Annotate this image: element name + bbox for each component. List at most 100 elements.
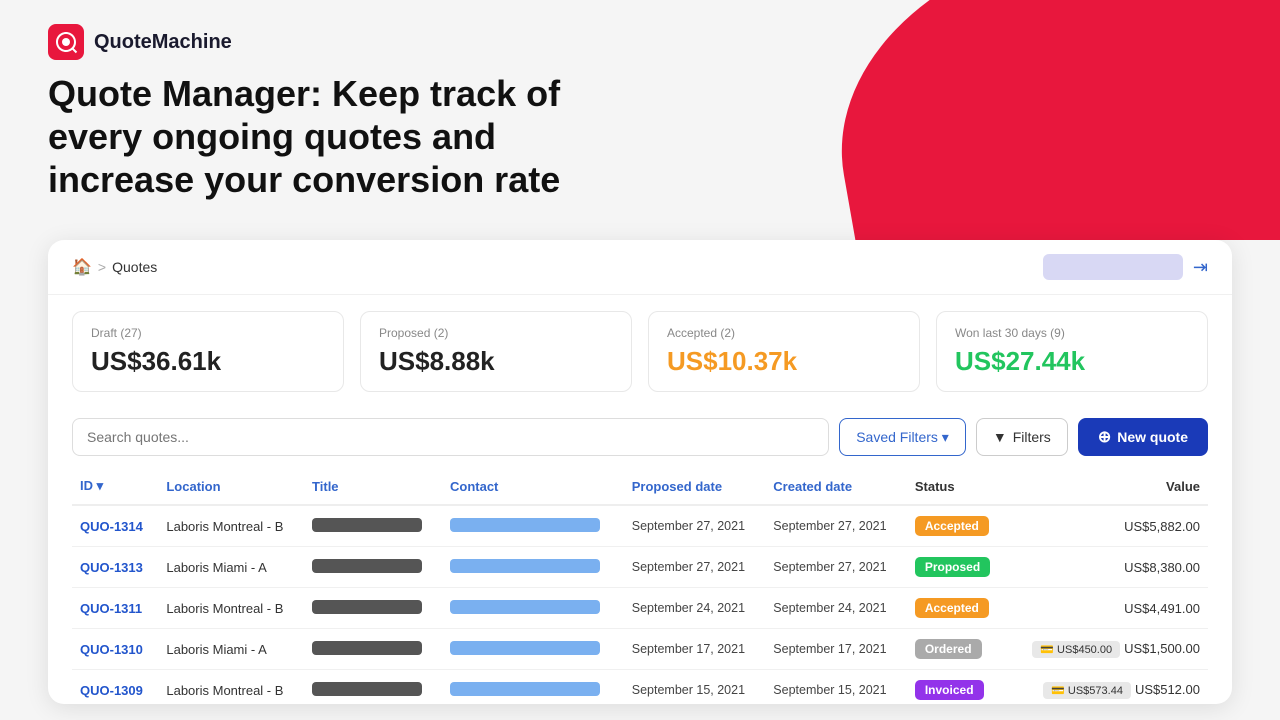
table-wrapper: ID ▾ Location Title Contact Proposed dat… [48,468,1232,704]
filters-label: Filters [1013,429,1051,445]
header-right: ⇥ [1043,254,1208,280]
row-location: Laboris Montreal - B [158,670,304,705]
sub-badge: 💳 US$573.44 [1043,682,1131,699]
card-header: 🏠 > Quotes ⇥ [48,240,1232,295]
row-value: US$8,380.00 [1124,560,1200,575]
stat-label-proposed: Proposed (2) [379,326,613,340]
row-created-date: September 27, 2021 [765,505,907,547]
status-badge: Ordered [915,639,982,659]
saved-filters-label: Saved Filters ▾ [856,429,949,446]
col-header-id[interactable]: ID ▾ [72,468,158,505]
stat-label-draft: Draft (27) [91,326,325,340]
row-contact [442,629,624,670]
col-header-location[interactable]: Location [158,468,304,505]
breadcrumb: 🏠 > Quotes [72,257,157,277]
row-value-cell: US$5,882.00 [1007,505,1208,547]
home-icon[interactable]: 🏠 [72,257,92,277]
row-contact [442,505,624,547]
row-contact [442,670,624,705]
new-quote-label: New quote [1117,429,1188,445]
row-created-date: September 27, 2021 [765,547,907,588]
stat-label-won: Won last 30 days (9) [955,326,1189,340]
row-value: US$5,882.00 [1124,519,1200,534]
new-quote-button[interactable]: ⊕ New quote [1078,418,1208,456]
row-value-cell: 💳 US$450.00 US$1,500.00 [1007,629,1208,670]
breadcrumb-current: Quotes [112,259,157,275]
table-row: QUO-1310 Laboris Miami - A September 17,… [72,629,1208,670]
row-title [304,629,442,670]
toolbar: Saved Filters ▾ ▼ Filters ⊕ New quote [48,408,1232,468]
stats-row: Draft (27) US$36.61k Proposed (2) US$8.8… [48,295,1232,408]
table-row: QUO-1314 Laboris Montreal - B September … [72,505,1208,547]
row-location: Laboris Montreal - B [158,505,304,547]
table-row: QUO-1313 Laboris Miami - A September 27,… [72,547,1208,588]
main-card: 🏠 > Quotes ⇥ Draft (27) US$36.61k Propos… [48,240,1232,704]
saved-filters-button[interactable]: Saved Filters ▾ [839,418,966,456]
filter-icon: ▼ [993,429,1007,445]
col-header-status[interactable]: Status [907,468,1007,505]
row-contact [442,588,624,629]
status-badge: Proposed [915,557,990,577]
row-value-cell: US$8,380.00 [1007,547,1208,588]
table-row: QUO-1311 Laboris Montreal - B September … [72,588,1208,629]
col-header-value[interactable]: Value [1007,468,1208,505]
logo-area: QuoteMachine [48,24,232,60]
stat-value-won: US$27.44k [955,346,1189,377]
table-row: QUO-1309 Laboris Montreal - B September … [72,670,1208,705]
quotes-table: ID ▾ Location Title Contact Proposed dat… [72,468,1208,704]
plus-icon: ⊕ [1098,427,1111,447]
row-status: Invoiced [907,670,1007,705]
row-title [304,505,442,547]
stat-card-draft: Draft (27) US$36.61k [72,311,344,392]
row-status: Ordered [907,629,1007,670]
stat-value-proposed: US$8.88k [379,346,613,377]
row-created-date: September 17, 2021 [765,629,907,670]
stat-card-accepted: Accepted (2) US$10.37k [648,311,920,392]
row-value-cell: US$4,491.00 [1007,588,1208,629]
stat-value-accepted: US$10.37k [667,346,901,377]
row-id[interactable]: QUO-1313 [72,547,158,588]
stat-value-draft: US$36.61k [91,346,325,377]
sub-badge: 💳 US$450.00 [1032,641,1120,658]
header-search-bar [1043,254,1183,280]
row-id[interactable]: QUO-1309 [72,670,158,705]
row-value: US$4,491.00 [1124,601,1200,616]
search-input[interactable] [72,418,829,456]
row-value: US$512.00 [1135,682,1200,697]
row-id[interactable]: QUO-1311 [72,588,158,629]
col-header-title[interactable]: Title [304,468,442,505]
logo-text: QuoteMachine [94,31,232,54]
row-location: Laboris Miami - A [158,629,304,670]
row-location: Laboris Montreal - B [158,588,304,629]
breadcrumb-separator: > [98,259,106,275]
row-proposed-date: September 17, 2021 [624,629,766,670]
row-id[interactable]: QUO-1310 [72,629,158,670]
stat-label-accepted: Accepted (2) [667,326,901,340]
row-contact [442,547,624,588]
col-header-created-date[interactable]: Created date [765,468,907,505]
col-header-contact[interactable]: Contact [442,468,624,505]
hero-text-area: Quote Manager: Keep track of every ongoi… [48,72,648,202]
row-proposed-date: September 27, 2021 [624,547,766,588]
logo-icon [48,24,84,60]
filters-button[interactable]: ▼ Filters [976,418,1068,456]
row-status: Proposed [907,547,1007,588]
row-proposed-date: September 15, 2021 [624,670,766,705]
stat-card-proposed: Proposed (2) US$8.88k [360,311,632,392]
row-created-date: September 24, 2021 [765,588,907,629]
row-title [304,588,442,629]
col-header-proposed-date[interactable]: Proposed date [624,468,766,505]
row-status: Accepted [907,505,1007,547]
row-status: Accepted [907,588,1007,629]
stat-card-won: Won last 30 days (9) US$27.44k [936,311,1208,392]
row-value: US$1,500.00 [1124,641,1200,656]
status-badge: Invoiced [915,680,984,700]
hero-blob [811,0,1280,240]
hero-title: Quote Manager: Keep track of every ongoi… [48,72,648,202]
status-badge: Accepted [915,598,989,618]
row-id[interactable]: QUO-1314 [72,505,158,547]
external-link-icon[interactable]: ⇥ [1193,257,1208,278]
row-location: Laboris Miami - A [158,547,304,588]
row-proposed-date: September 27, 2021 [624,505,766,547]
row-value-cell: 💳 US$573.44 US$512.00 [1007,670,1208,705]
